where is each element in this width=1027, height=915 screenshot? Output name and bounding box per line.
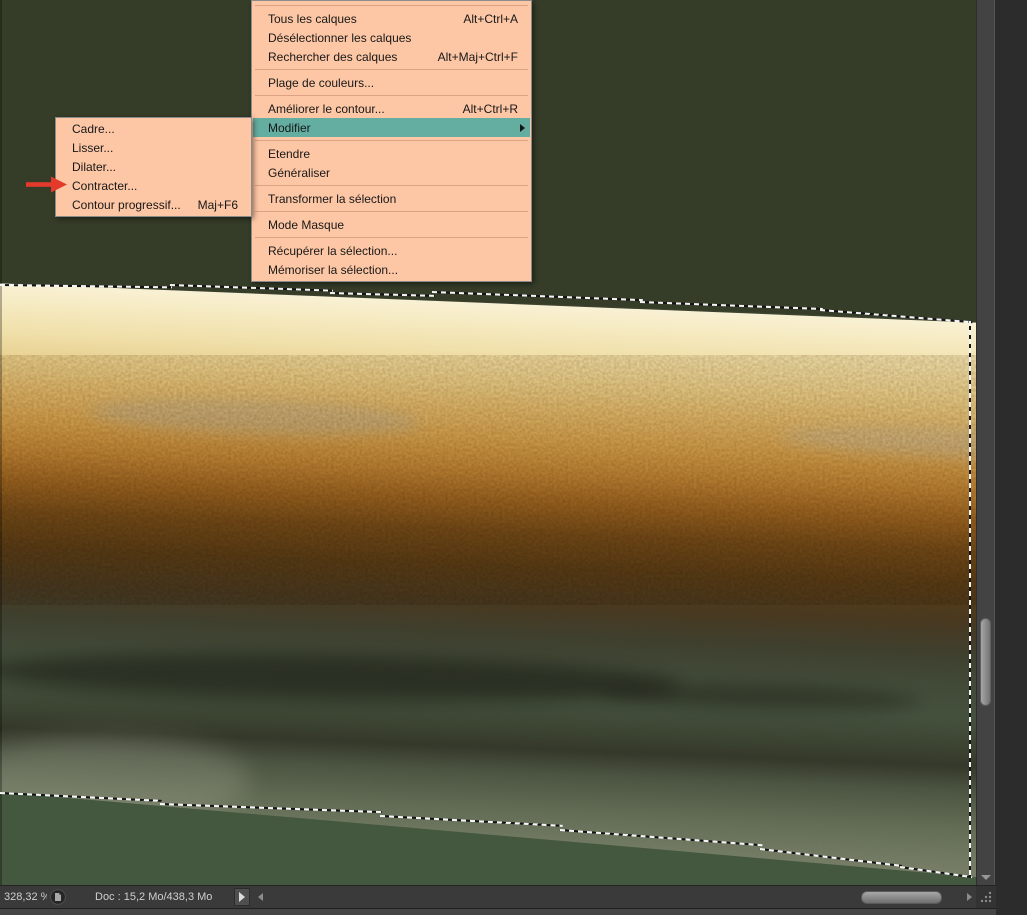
menu-item-label: Récupérer la sélection...	[268, 244, 518, 258]
menu-item-label: Dilater...	[72, 160, 238, 174]
menu-separator	[255, 185, 528, 186]
menu-item-label: Rechercher des calques	[268, 50, 424, 64]
modifier-submenu: Cadre... Lisser... Dilater... Contracter...…	[55, 117, 252, 217]
selection-context-menu: Tous les calques Alt+Ctrl+A Désélectionner…	[251, 0, 532, 282]
menu-item-label: Contracter...	[72, 179, 238, 193]
annotation-arrow-icon	[26, 176, 68, 193]
menu-separator	[255, 5, 528, 6]
zoom-level-field[interactable]: 328,32 %	[0, 891, 47, 903]
menu-item-transformer-la-selection[interactable]: Transformer la sélection	[253, 189, 530, 208]
menu-item-label: Etendre	[268, 147, 518, 161]
menu-item-cadre[interactable]: Cadre...	[57, 119, 250, 138]
menu-item-shortcut: Alt+Maj+Ctrl+F	[438, 50, 518, 64]
menu-item-lisser[interactable]: Lisser...	[57, 138, 250, 157]
right-triangle-icon	[239, 892, 245, 902]
menu-item-label: Désélectionner les calques	[268, 31, 518, 45]
resize-grip-icon	[979, 890, 993, 904]
photoshop-window: 328,32 % Doc : 15,2 Mo/438,3 Mo Tous les…	[0, 0, 1027, 915]
menu-item-label: Transformer la sélection	[268, 192, 518, 206]
window-bottom-edge	[0, 908, 996, 915]
menu-item-label: Plage de couleurs...	[268, 76, 518, 90]
menu-item-shortcut: Alt+Ctrl+R	[463, 102, 518, 116]
menu-separator	[255, 69, 528, 70]
panel-dock-edge	[996, 0, 1027, 915]
selection-edge-top	[640, 301, 823, 310]
menu-item-memoriser-la-selection[interactable]: Mémoriser la sélection...	[253, 260, 530, 279]
menu-item-label: Mémoriser la sélection...	[268, 263, 518, 277]
menu-item-label: Tous les calques	[268, 12, 449, 26]
selection-edge-top	[432, 291, 643, 301]
submenu-arrow-icon	[520, 124, 525, 132]
status-menu-button[interactable]	[234, 888, 250, 906]
menu-item-deselectionner-les-calques[interactable]: Désélectionner les calques	[253, 28, 530, 47]
menu-item-contracter[interactable]: Contracter...	[57, 176, 250, 195]
vertical-scrollbar-thumb[interactable]	[980, 618, 991, 706]
document-status-icon[interactable]	[49, 889, 67, 905]
vertical-scrollbar[interactable]	[976, 0, 995, 885]
menu-separator	[255, 95, 528, 96]
menu-item-recuperer-la-selection[interactable]: Récupérer la sélection...	[253, 241, 530, 260]
menu-separator	[255, 211, 528, 212]
selection-edge-right	[969, 321, 971, 877]
menu-item-label: Cadre...	[72, 122, 238, 136]
document-size-info: Doc : 15,2 Mo/438,3 Mo	[95, 891, 212, 903]
menu-item-dilater[interactable]: Dilater...	[57, 157, 250, 176]
menu-item-shortcut: Maj+F6	[198, 198, 238, 212]
menu-item-label: Lisser...	[72, 141, 238, 155]
menu-separator	[255, 140, 528, 141]
menu-item-tous-les-calques[interactable]: Tous les calques Alt+Ctrl+A	[253, 9, 530, 28]
menu-separator	[255, 237, 528, 238]
scroll-left-arrow-icon[interactable]	[258, 893, 263, 901]
menu-item-label: Améliorer le contour...	[268, 102, 449, 116]
scroll-down-arrow-icon[interactable]	[981, 875, 991, 880]
menu-item-label: Généraliser	[268, 166, 518, 180]
horizontal-scrollbar-thumb[interactable]	[861, 891, 942, 904]
menu-item-label: Modifier	[268, 121, 518, 135]
paint-fine-grain-texture	[0, 283, 976, 877]
selection-edge-top	[330, 292, 435, 297]
selection-edge-top	[170, 284, 333, 292]
menu-item-contour-progressif[interactable]: Contour progressif... Maj+F6	[57, 195, 250, 214]
menu-item-label: Contour progressif...	[72, 198, 184, 212]
status-bar: 328,32 % Doc : 15,2 Mo/438,3 Mo	[0, 885, 996, 908]
horizontal-scrollbar[interactable]	[265, 890, 965, 905]
menu-item-plage-de-couleurs[interactable]: Plage de couleurs...	[253, 73, 530, 92]
canvas-left-edge	[0, 0, 2, 885]
resize-grip[interactable]	[976, 886, 996, 908]
menu-item-label: Mode Masque	[268, 218, 518, 232]
menu-item-shortcut: Alt+Ctrl+A	[463, 12, 518, 26]
menu-item-ameliorer-le-contour[interactable]: Améliorer le contour... Alt+Ctrl+R	[253, 99, 530, 118]
menu-item-mode-masque[interactable]: Mode Masque	[253, 215, 530, 234]
menu-item-etendre[interactable]: Etendre	[253, 144, 530, 163]
menu-item-rechercher-des-calques[interactable]: Rechercher des calques Alt+Maj+Ctrl+F	[253, 47, 530, 66]
menu-item-generaliser[interactable]: Généraliser	[253, 163, 530, 182]
menu-item-modifier[interactable]: Modifier	[253, 118, 530, 137]
scroll-right-arrow-icon[interactable]	[967, 893, 972, 901]
